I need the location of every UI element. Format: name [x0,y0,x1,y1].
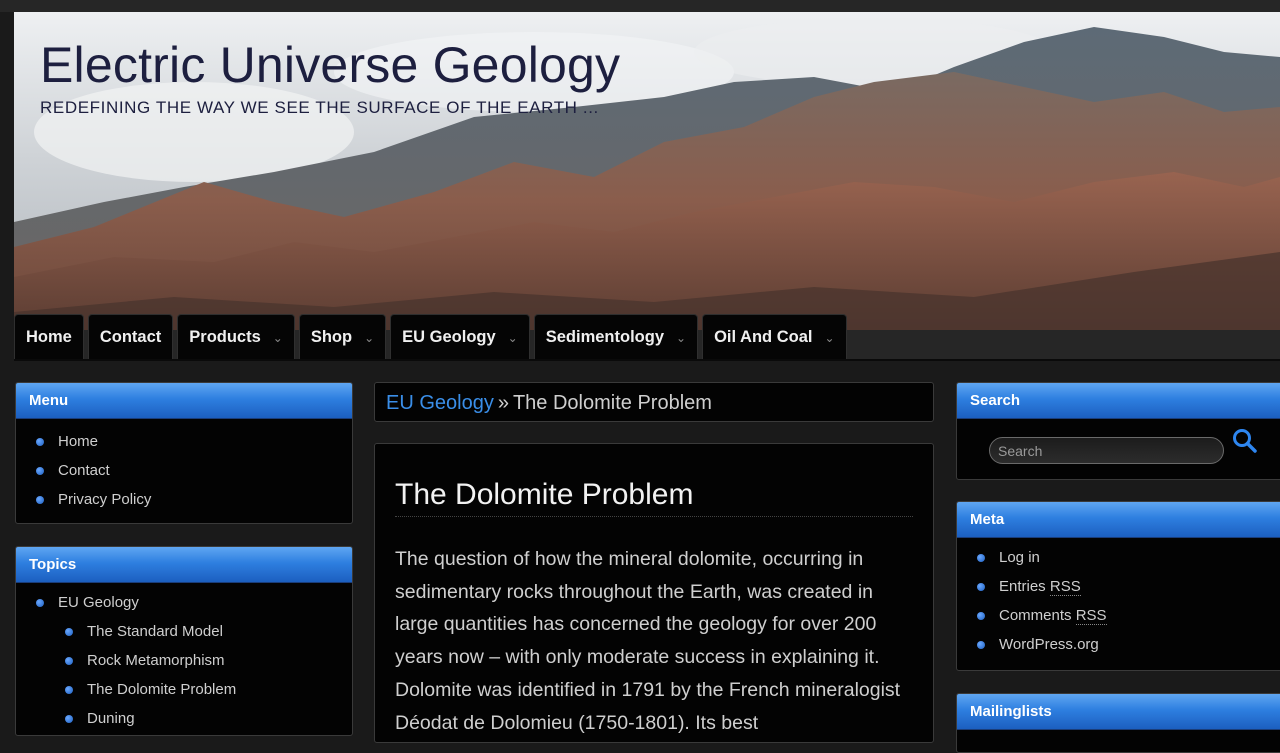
nav-label: Sedimentology [545,328,664,346]
list-item: Comments RSS [957,601,1280,630]
nav-label: Home [26,328,72,346]
main-nav: Home Contact Products ⌄ Shop ⌄ EU Geology ⌄… [14,314,851,360]
nav-item-home[interactable]: Home [14,314,84,360]
chevron-down-icon: ⌄ [676,330,687,345]
topic-link-eu-geology[interactable]: EU Geology [58,594,139,611]
meta-widget-title: Meta [957,502,1280,538]
nav-item-oil-and-coal[interactable]: Oil And Coal ⌄ [702,314,847,360]
nav-item-shop[interactable]: Shop ⌄ [298,314,387,360]
rss-abbr: RSS [1049,578,1081,596]
nav-label: Shop [310,328,353,346]
list-item: Log in [957,543,1280,572]
menu-link-home[interactable]: Home [58,433,98,450]
list-item: The Dolomite Problem [16,675,352,704]
mailinglists-widget-title: Mailinglists [957,694,1280,730]
rss-abbr: RSS [1075,607,1107,625]
topics-widget-title: Topics [16,547,352,583]
topic-link-rock-metamorphism[interactable]: Rock Metamorphism [87,652,225,669]
topic-link-dolomite-problem[interactable]: The Dolomite Problem [87,681,236,698]
nav-label: Products [189,328,261,346]
meta-link-text: Comments [999,607,1076,624]
list-item: Home [16,427,352,456]
list-item: Rock Metamorphism [16,646,352,675]
menu-widget-title: Menu [16,383,352,419]
list-item: WordPress.org [957,630,1280,659]
nav-label: Contact [99,328,162,346]
article-body: The question of how the mineral dolomite… [395,548,901,734]
article-title: The Dolomite Problem [395,478,913,517]
list-item: Duning [16,704,352,733]
meta-link-entries-rss[interactable]: Entries RSS [999,578,1081,596]
topics-list: EU Geology The Standard Model Rock Metam… [16,583,352,733]
list-item: Entries RSS [957,572,1280,601]
meta-link-text: Entries [999,578,1050,595]
nav-item-contact[interactable]: Contact [87,314,174,360]
nav-item-eu-geology[interactable]: EU Geology ⌄ [390,314,530,360]
search-icon[interactable] [1231,427,1259,455]
chevron-down-icon: ⌄ [824,330,835,345]
list-item: The Standard Model [16,617,352,646]
article: The Dolomite Problem The question of how… [374,443,934,743]
list-item: Contact [16,456,352,485]
chevron-down-icon: ⌄ [507,330,518,345]
nav-label: Oil And Coal [714,328,813,346]
nav-divider [14,359,1280,361]
meta-link-login[interactable]: Log in [999,549,1040,566]
nav-item-products[interactable]: Products ⌄ [177,314,295,360]
list-item: Privacy Policy [16,485,352,514]
search-widget: Search [956,382,1280,480]
mailinglists-widget: Mailinglists [956,693,1280,753]
breadcrumb-current: The Dolomite Problem [512,392,712,414]
meta-link-comments-rss[interactable]: Comments RSS [999,607,1107,625]
search-widget-title: Search [957,383,1280,419]
chevron-down-icon: ⌄ [364,330,375,345]
menu-link-contact[interactable]: Contact [58,462,110,479]
nav-label: EU Geology [402,328,496,346]
breadcrumb: EU Geology» The Dolomite Problem [374,382,934,422]
chevron-down-icon: ⌄ [272,330,283,345]
site-title[interactable]: Electric Universe Geology [40,36,620,94]
breadcrumb-separator: » [497,392,509,414]
menu-list: Home Contact Privacy Policy [16,419,352,514]
breadcrumb-link-eu-geology[interactable]: EU Geology [386,392,494,414]
site-header: Electric Universe Geology REDEFINING THE… [14,12,1280,330]
menu-link-privacy-policy[interactable]: Privacy Policy [58,491,151,508]
meta-link-wordpress-org[interactable]: WordPress.org [999,636,1099,653]
top-bar [0,0,1280,12]
menu-widget: Menu Home Contact Privacy Policy [15,382,353,524]
site-tagline: REDEFINING THE WAY WE SEE THE SURFACE OF… [40,98,599,117]
search-input[interactable] [989,437,1224,464]
meta-list: Log in Entries RSS Comments RSS WordPres… [957,538,1280,659]
topic-link-standard-model[interactable]: The Standard Model [87,623,223,640]
nav-item-sedimentology[interactable]: Sedimentology ⌄ [533,314,699,360]
meta-widget: Meta Log in Entries RSS Comments RSS Wor… [956,501,1280,671]
topic-link-duning[interactable]: Duning [87,710,135,727]
list-item: EU Geology [16,588,352,617]
topics-widget: Topics EU Geology The Standard Model Roc… [15,546,353,736]
